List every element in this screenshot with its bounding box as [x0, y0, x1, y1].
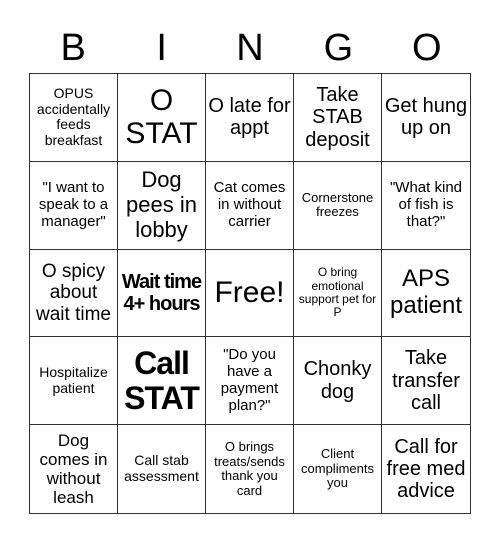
bingo-cell-b5[interactable]: Dog comes in without leash	[30, 425, 118, 513]
header-letter-i: I	[156, 27, 167, 69]
bingo-cell-n5[interactable]: O brings treats/sends thank you card	[206, 425, 294, 513]
bingo-cell-b2[interactable]: "I want to speak to a manager"	[30, 161, 118, 250]
bingo-cell-g1[interactable]: Take STAB deposit	[294, 74, 382, 162]
bingo-card-grid: OPUS accidentally feeds breakfast O STAT…	[29, 73, 471, 514]
header-letter-o: O	[412, 27, 442, 69]
bingo-cell-i5[interactable]: Call stab assessment	[118, 425, 206, 513]
bingo-cell-i4[interactable]: Call STAT	[118, 337, 206, 426]
bingo-cell-o3[interactable]: APS patient	[382, 250, 470, 338]
bingo-cell-o4[interactable]: Take transfer call	[382, 337, 470, 426]
bingo-cell-o1[interactable]: Get hung up on	[382, 74, 470, 162]
bingo-cell-n1[interactable]: O late for appt	[206, 74, 294, 162]
bingo-cell-i3[interactable]: Wait time 4+ hours	[118, 249, 206, 338]
bingo-cell-i2[interactable]: Dog pees in lobby	[118, 161, 206, 250]
bingo-header: B I N G O	[29, 24, 471, 72]
bingo-cell-b3[interactable]: O spicy about wait time	[30, 249, 118, 338]
header-letter-n: N	[236, 27, 264, 69]
bingo-cell-g4[interactable]: Chonky dog	[294, 337, 382, 426]
bingo-cell-n4[interactable]: "Do you have a payment plan?"	[206, 337, 294, 426]
header-letter-b: B	[60, 27, 86, 69]
bingo-cell-g2[interactable]: Cornerstone freezes	[294, 161, 382, 250]
bingo-cell-o5[interactable]: Call for free med advice	[382, 425, 470, 513]
bingo-cell-g5[interactable]: Client compliments you	[294, 425, 382, 513]
header-letter-g: G	[323, 27, 354, 69]
bingo-cell-n2[interactable]: Cat comes in without carrier	[206, 161, 294, 250]
bingo-cell-b4[interactable]: Hospitalize patient	[30, 337, 118, 426]
bingo-cell-b1[interactable]: OPUS accidentally feeds breakfast	[30, 74, 118, 162]
bingo-cell-g3[interactable]: O bring emotional support pet for P	[294, 249, 382, 338]
bingo-cell-free[interactable]: Free!	[206, 249, 294, 338]
bingo-cell-i1[interactable]: O STAT	[118, 74, 206, 162]
bingo-cell-o2[interactable]: "What kind of fish is that?"	[382, 162, 470, 250]
